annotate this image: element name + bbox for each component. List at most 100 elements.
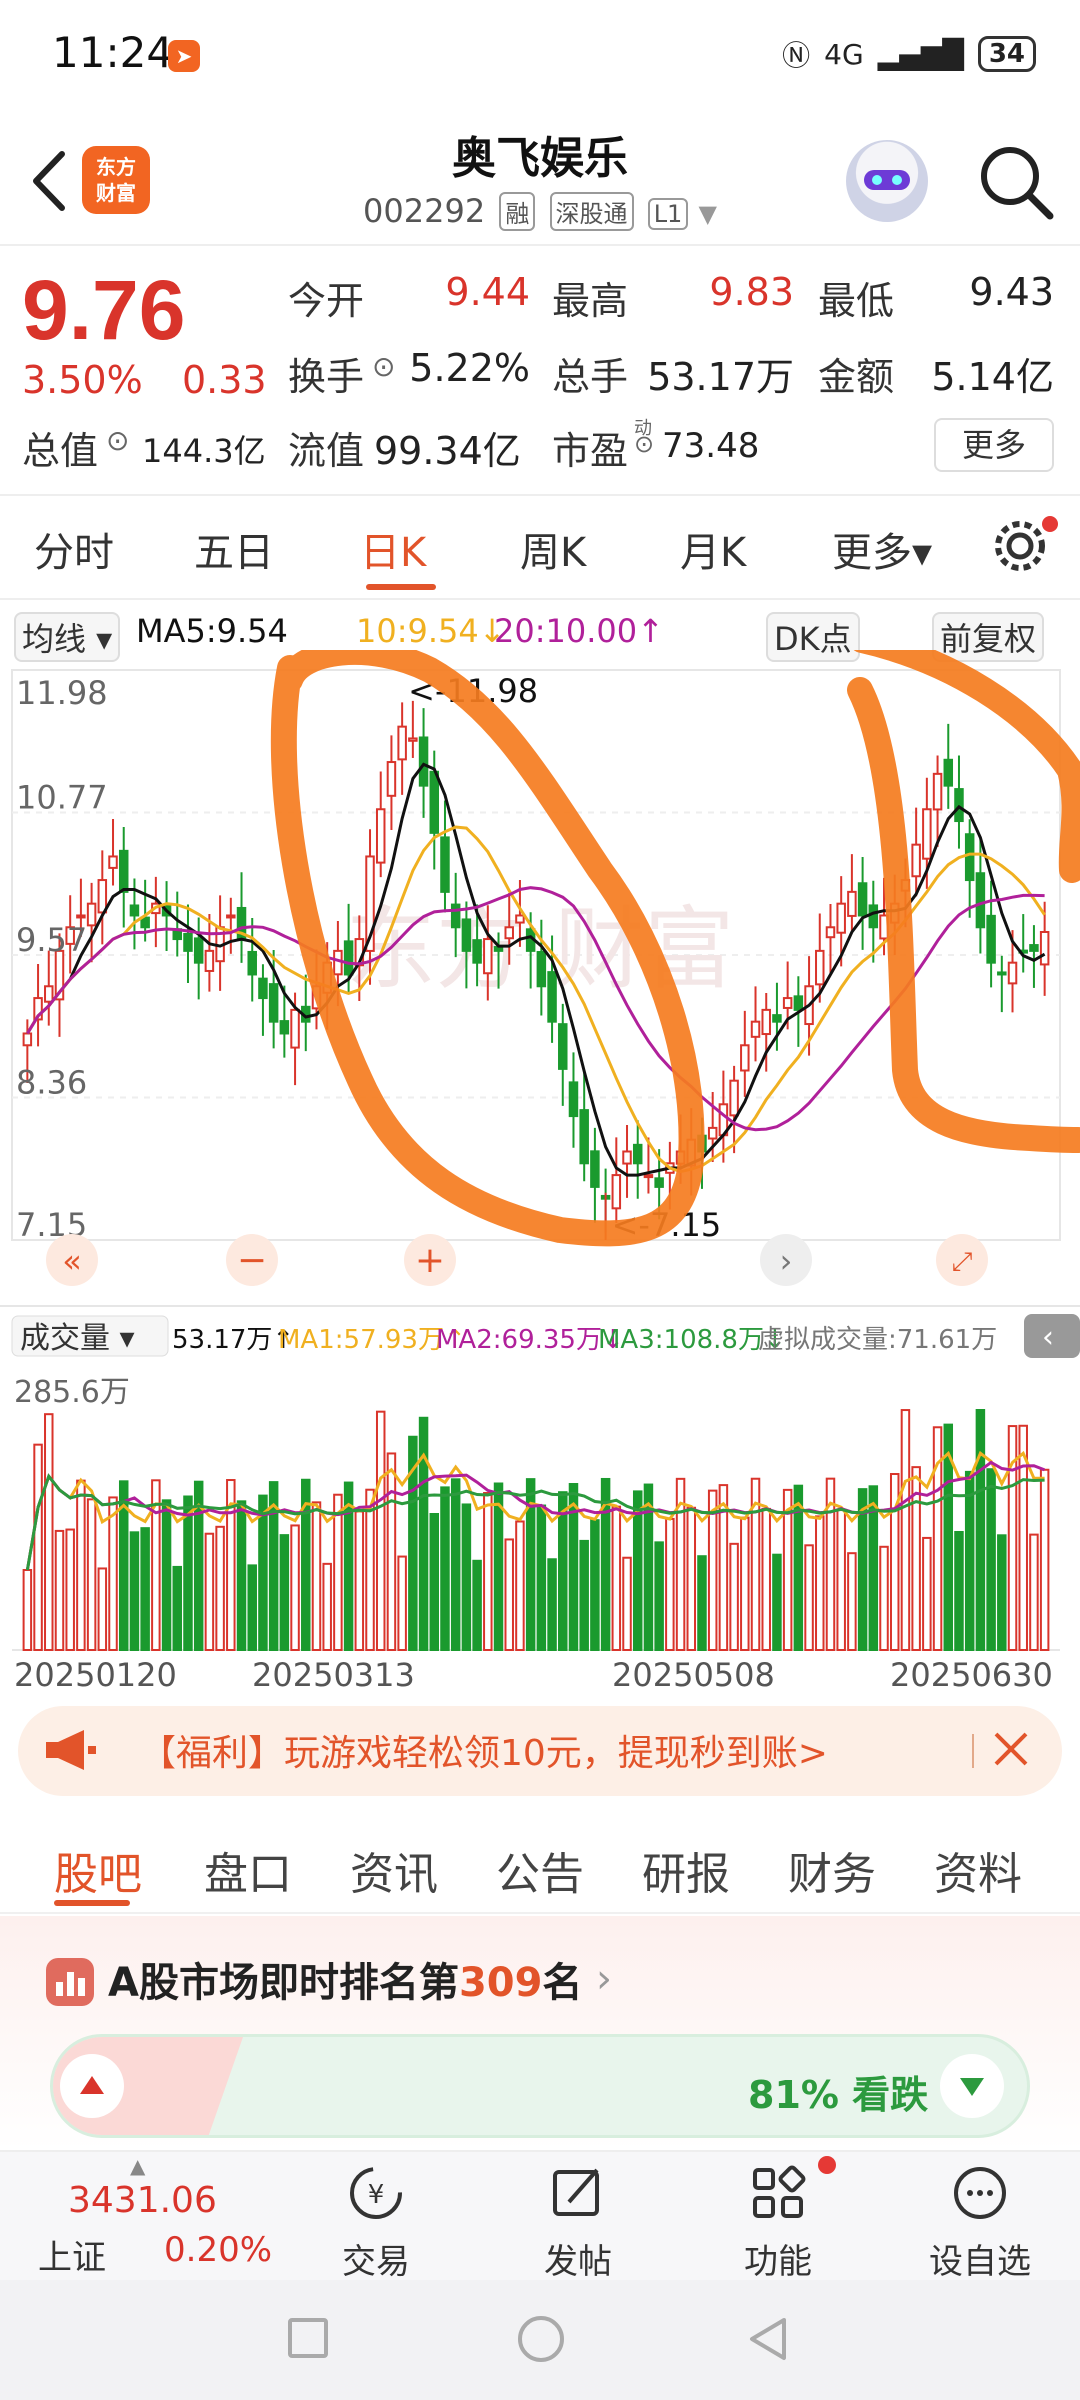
open-label: 今开 [288, 279, 365, 323]
search-icon[interactable] [970, 136, 1060, 226]
candle-body [707, 1126, 718, 1140]
candle-body [825, 926, 836, 939]
current-price: 9.76 [22, 263, 186, 357]
tab-profile[interactable]: 资料 [934, 1838, 1022, 1902]
volume-bar [536, 1504, 547, 1651]
candle-body [397, 725, 407, 761]
volume-bar [333, 1493, 343, 1651]
index-value[interactable]: 3431.06 [68, 2180, 217, 2221]
tab-forum[interactable]: 股吧 [54, 1838, 142, 1902]
add-watchlist-button[interactable]: 设自选 [910, 2158, 1050, 2283]
tab-finance[interactable]: 财务 [788, 1838, 876, 1902]
volume-bar [204, 1532, 215, 1652]
status-icons: Ⓝ 4G ▂▄▆█ 34 [782, 34, 1036, 74]
volume-bar [815, 1515, 825, 1651]
battery-icon: 34 [977, 36, 1036, 72]
status-time: 11:24 [52, 28, 174, 77]
price-tick-label: 10.77 [16, 779, 108, 817]
volume-bar [654, 1541, 664, 1652]
vote-up-button[interactable] [60, 2054, 124, 2118]
volume-bar [65, 1528, 75, 1651]
tabs-divider [0, 598, 1080, 600]
volume-bar [461, 1503, 472, 1651]
candle-body [568, 1081, 579, 1118]
candle-body [729, 1079, 739, 1117]
candle-body [418, 736, 429, 787]
kline-chart[interactable]: 东方 财富 11.9810.779.578.367.15 <-11.98 <-7… [0, 650, 1080, 1690]
candle-body [590, 1150, 600, 1188]
volume-bar [33, 1443, 43, 1651]
candle-body [922, 808, 932, 860]
tab-weekly-k[interactable]: 周K [520, 520, 586, 578]
tab-news[interactable]: 资讯 [350, 1838, 438, 1902]
robot-assistant-avatar[interactable] [846, 140, 928, 222]
candle-body [408, 737, 418, 742]
volume-bar [322, 1562, 332, 1652]
tab-more[interactable]: 更多▾ [832, 520, 932, 578]
candle-body [268, 983, 279, 1023]
virtual-volume-legend: 虚拟成交量:71.61万 [758, 1325, 997, 1355]
trade-button[interactable]: ¥ 交易 [306, 2158, 446, 2283]
index-percent[interactable]: 0.20% [164, 2230, 272, 2270]
volume-bar [365, 1488, 375, 1652]
volume-bar [504, 1538, 514, 1651]
volume-value: 53.17万 [647, 355, 794, 399]
network-label: 4G [824, 37, 864, 71]
info-icon[interactable]: ⊙ [106, 424, 129, 457]
volume-bar [450, 1478, 461, 1651]
open-value: 9.44 [445, 270, 530, 314]
pe-label: 市盈 [552, 429, 629, 473]
tab-orderbook[interactable]: 盘口 [204, 1838, 292, 1902]
caret-up-icon: ▲ [130, 2154, 146, 2178]
volume-bar [483, 1492, 493, 1651]
candle-body [943, 758, 954, 787]
home-icon[interactable] [518, 2316, 564, 2362]
functions-button[interactable]: 功能 [708, 2158, 848, 2283]
tab-research[interactable]: 研报 [642, 1838, 730, 1902]
volume-selector-label: 成交量 ▾ [20, 1321, 135, 1356]
tag-level: L1 [647, 198, 689, 230]
tab-daily-k[interactable]: 日K [360, 520, 426, 578]
tab-intraday[interactable]: 分时 [34, 520, 114, 578]
notice-text[interactable]: 【福利】玩游戏轻松领10元，提现秒到账> [140, 1724, 828, 1776]
candle-body [536, 951, 547, 988]
tab-announcements[interactable]: 公告 [496, 1838, 584, 1902]
tag-connect: 深股通 [549, 192, 634, 231]
volume-bar [986, 1468, 996, 1651]
date-label: 20250120 [14, 1656, 177, 1690]
volume-bar [279, 1534, 290, 1651]
tab-monthly-k[interactable]: 月K [680, 520, 746, 578]
tab-five-day[interactable]: 五日 [194, 520, 274, 578]
chevron-right-icon[interactable]: › [596, 1956, 612, 2002]
post-button[interactable]: 发帖 [508, 2158, 648, 2283]
volume-bar [258, 1494, 268, 1652]
notice-separator [972, 1734, 974, 1768]
volume-bar [386, 1452, 397, 1651]
nav-back-icon[interactable] [744, 2314, 794, 2364]
recents-icon[interactable] [288, 2318, 328, 2358]
volume-bar [997, 1534, 1007, 1652]
high-value: 9.83 [709, 270, 794, 314]
info-icon[interactable]: ⊙ [372, 350, 395, 383]
candle-body [611, 1174, 622, 1210]
close-icon[interactable] [986, 1724, 1036, 1774]
notification-app-icon: ➤ [168, 40, 200, 72]
volume-bar [622, 1556, 632, 1652]
volume-bar [515, 1520, 525, 1652]
dropdown-caret-icon[interactable]: ▼ [699, 200, 717, 228]
ranking-text[interactable]: A股市场即时排名第309名 [108, 1950, 582, 2008]
functions-label: 功能 [744, 2242, 812, 2282]
candle-body [740, 1044, 750, 1072]
more-button[interactable]: 更多 [934, 418, 1054, 472]
gear-icon[interactable] [990, 516, 1050, 576]
candle-body [97, 879, 108, 914]
volume-bar [375, 1410, 386, 1651]
ranking-prefix: A股市场即时排名第 [108, 1960, 459, 2006]
minus-icon: − [237, 1240, 267, 1281]
volume-bar [964, 1470, 975, 1651]
index-name[interactable]: 上证 [38, 2230, 106, 2279]
volume-bar [740, 1516, 750, 1652]
vote-down-button[interactable] [940, 2054, 1004, 2118]
amount-label: 金额 [818, 355, 895, 399]
info-icon[interactable]: ⊙ [634, 430, 654, 458]
